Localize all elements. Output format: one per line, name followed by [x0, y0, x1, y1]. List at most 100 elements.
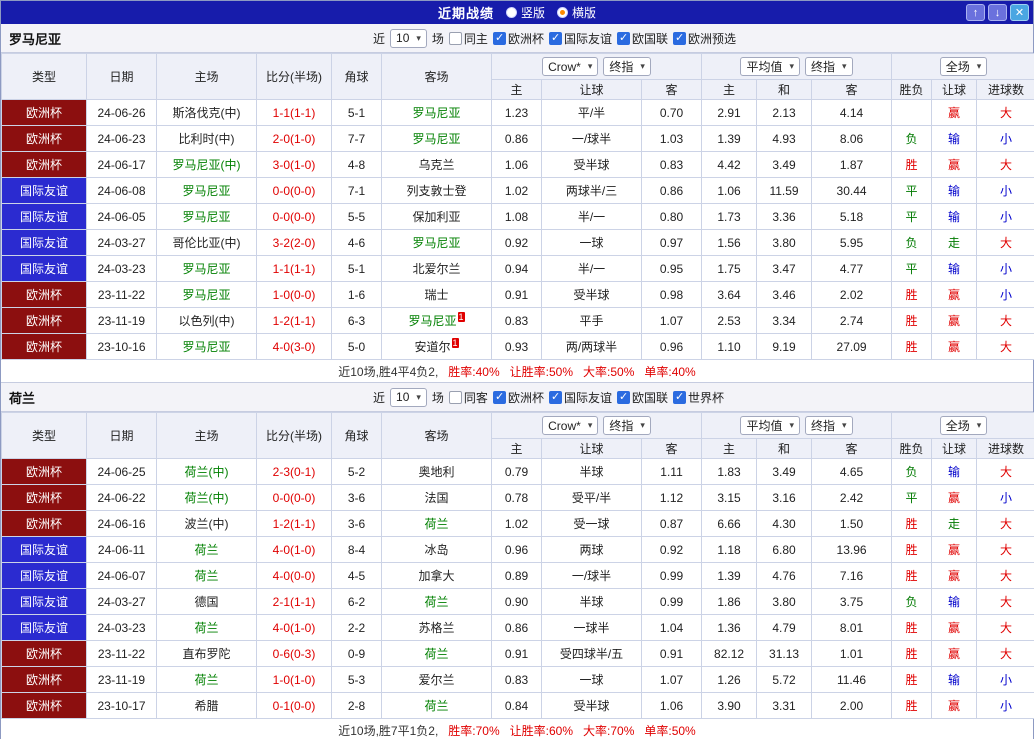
away-team[interactable]: 罗马尼亚	[381, 99, 492, 126]
home-team[interactable]: 哥伦比亚(中)	[156, 229, 257, 256]
away-team[interactable]: 北爱尔兰	[381, 255, 492, 282]
layout-radio-horizontal[interactable]: 横版	[557, 4, 596, 21]
same-venue-checkbox[interactable]	[448, 31, 462, 45]
match-score[interactable]: 1-2(1-1)	[256, 307, 332, 334]
away-team[interactable]: 法国	[381, 484, 492, 511]
away-team[interactable]: 加拿大	[381, 562, 492, 589]
league-checkbox[interactable]	[492, 390, 506, 404]
layout-radio-vertical[interactable]: 竖版	[505, 4, 545, 21]
away-team[interactable]: 乌克兰	[381, 151, 492, 178]
final-odds-select[interactable]: 终指 ▾	[805, 416, 853, 435]
match-count-select[interactable]: 10 ▾	[390, 28, 427, 48]
league-checkbox[interactable]	[492, 31, 506, 45]
league-filter[interactable]: 国际友谊	[548, 389, 612, 406]
home-team[interactable]: 罗马尼亚	[156, 177, 257, 204]
full-match-select[interactable]: 全场 ▾	[939, 416, 988, 435]
home-team[interactable]: 比利时(中)	[156, 125, 257, 152]
same-venue-filter[interactable]: 同主	[448, 30, 488, 47]
home-team[interactable]: 罗马尼亚(中)	[156, 151, 257, 178]
away-team[interactable]: 罗马尼亚	[381, 229, 492, 256]
league-checkbox[interactable]	[548, 390, 562, 404]
match-score[interactable]: 1-1(1-1)	[256, 99, 332, 126]
home-team[interactable]: 荷兰(中)	[156, 458, 257, 485]
home-team[interactable]: 希腊	[156, 692, 257, 719]
home-team[interactable]: 斯洛伐克(中)	[156, 99, 257, 126]
away-team[interactable]: 保加利亚	[381, 203, 492, 230]
league-filter[interactable]: 欧洲预选	[672, 30, 736, 47]
col-subheader-handicap-line: 让球	[541, 79, 642, 100]
close-button[interactable]: ✕	[1010, 4, 1029, 21]
same-venue-checkbox[interactable]	[448, 390, 462, 404]
away-team[interactable]: 荷兰	[381, 640, 492, 667]
home-team[interactable]: 罗马尼亚	[156, 255, 257, 282]
league-checkbox[interactable]	[616, 390, 630, 404]
away-team[interactable]: 冰岛	[381, 536, 492, 563]
average-odds-select[interactable]: 平均值 ▾	[740, 57, 801, 76]
home-team[interactable]: 直布罗陀	[156, 640, 257, 667]
match-score[interactable]: 3-2(2-0)	[256, 229, 332, 256]
away-team[interactable]: 荷兰	[381, 510, 492, 537]
match-score[interactable]: 1-1(1-1)	[256, 255, 332, 282]
match-score[interactable]: 0-0(0-0)	[256, 177, 332, 204]
league-filter[interactable]: 欧国联	[616, 389, 668, 406]
league-filter[interactable]: 世界杯	[672, 389, 724, 406]
home-team[interactable]: 罗马尼亚	[156, 281, 257, 308]
match-score[interactable]: 2-3(0-1)	[256, 458, 332, 485]
move-down-button[interactable]: ↓	[988, 4, 1007, 21]
home-team[interactable]: 荷兰	[156, 562, 257, 589]
league-filter[interactable]: 国际友谊	[548, 30, 612, 47]
away-team[interactable]: 安道尔 1	[381, 333, 492, 360]
league-checkbox[interactable]	[616, 31, 630, 45]
away-team[interactable]: 荷兰	[381, 692, 492, 719]
match-score[interactable]: 4-0(1-0)	[256, 536, 332, 563]
league-filter[interactable]: 欧洲杯	[492, 30, 544, 47]
match-score[interactable]: 1-2(1-1)	[256, 510, 332, 537]
league-checkbox[interactable]	[548, 31, 562, 45]
match-score[interactable]: 3-0(1-0)	[256, 151, 332, 178]
final-odds-select[interactable]: 终指 ▾	[805, 57, 853, 76]
home-team[interactable]: 荷兰	[156, 536, 257, 563]
match-score[interactable]: 0-0(0-0)	[256, 484, 332, 511]
home-team[interactable]: 荷兰	[156, 666, 257, 693]
match-score[interactable]: 1-0(0-0)	[256, 281, 332, 308]
move-up-button[interactable]: ↑	[966, 4, 985, 21]
away-team[interactable]: 罗马尼亚	[381, 125, 492, 152]
league-filter[interactable]: 欧洲杯	[492, 389, 544, 406]
match-score[interactable]: 4-0(3-0)	[256, 333, 332, 360]
average-odds-select[interactable]: 平均值 ▾	[740, 416, 801, 435]
final-odds-select[interactable]: 终指 ▾	[603, 416, 651, 435]
away-team[interactable]: 罗马尼亚 1	[381, 307, 492, 334]
match-score[interactable]: 1-0(1-0)	[256, 666, 332, 693]
home-team[interactable]: 罗马尼亚	[156, 333, 257, 360]
bookmaker-select[interactable]: Crow* ▾	[542, 57, 599, 76]
league-checkbox[interactable]	[672, 31, 686, 45]
final-odds-select[interactable]: 终指 ▾	[603, 57, 651, 76]
match-score[interactable]: 0-1(0-0)	[256, 692, 332, 719]
away-team[interactable]: 苏格兰	[381, 614, 492, 641]
col-header-score: 比分(半场)	[256, 412, 332, 459]
league-filter[interactable]: 欧国联	[616, 30, 668, 47]
match-count-select[interactable]: 10 ▾	[390, 387, 427, 407]
league-checkbox[interactable]	[672, 390, 686, 404]
away-team[interactable]: 瑞士	[381, 281, 492, 308]
home-team[interactable]: 德国	[156, 588, 257, 615]
away-team[interactable]: 爱尔兰	[381, 666, 492, 693]
handicap-away-odds: 1.07	[640, 666, 703, 693]
match-score[interactable]: 0-6(0-3)	[256, 640, 332, 667]
away-team[interactable]: 奥地利	[381, 458, 492, 485]
match-score[interactable]: 2-0(1-0)	[256, 125, 332, 152]
match-score[interactable]: 2-1(1-1)	[256, 588, 332, 615]
match-score[interactable]: 4-0(1-0)	[256, 614, 332, 641]
home-team[interactable]: 荷兰	[156, 614, 257, 641]
full-match-select[interactable]: 全场 ▾	[939, 57, 988, 76]
bookmaker-select[interactable]: Crow* ▾	[542, 416, 599, 435]
away-team[interactable]: 列支敦士登	[381, 177, 492, 204]
home-team[interactable]: 荷兰(中)	[156, 484, 257, 511]
away-team[interactable]: 荷兰	[381, 588, 492, 615]
home-team[interactable]: 波兰(中)	[156, 510, 257, 537]
home-team[interactable]: 罗马尼亚	[156, 203, 257, 230]
match-score[interactable]: 4-0(0-0)	[256, 562, 332, 589]
home-team[interactable]: 以色列(中)	[156, 307, 257, 334]
match-score[interactable]: 0-0(0-0)	[256, 203, 332, 230]
same-venue-filter[interactable]: 同客	[448, 389, 488, 406]
